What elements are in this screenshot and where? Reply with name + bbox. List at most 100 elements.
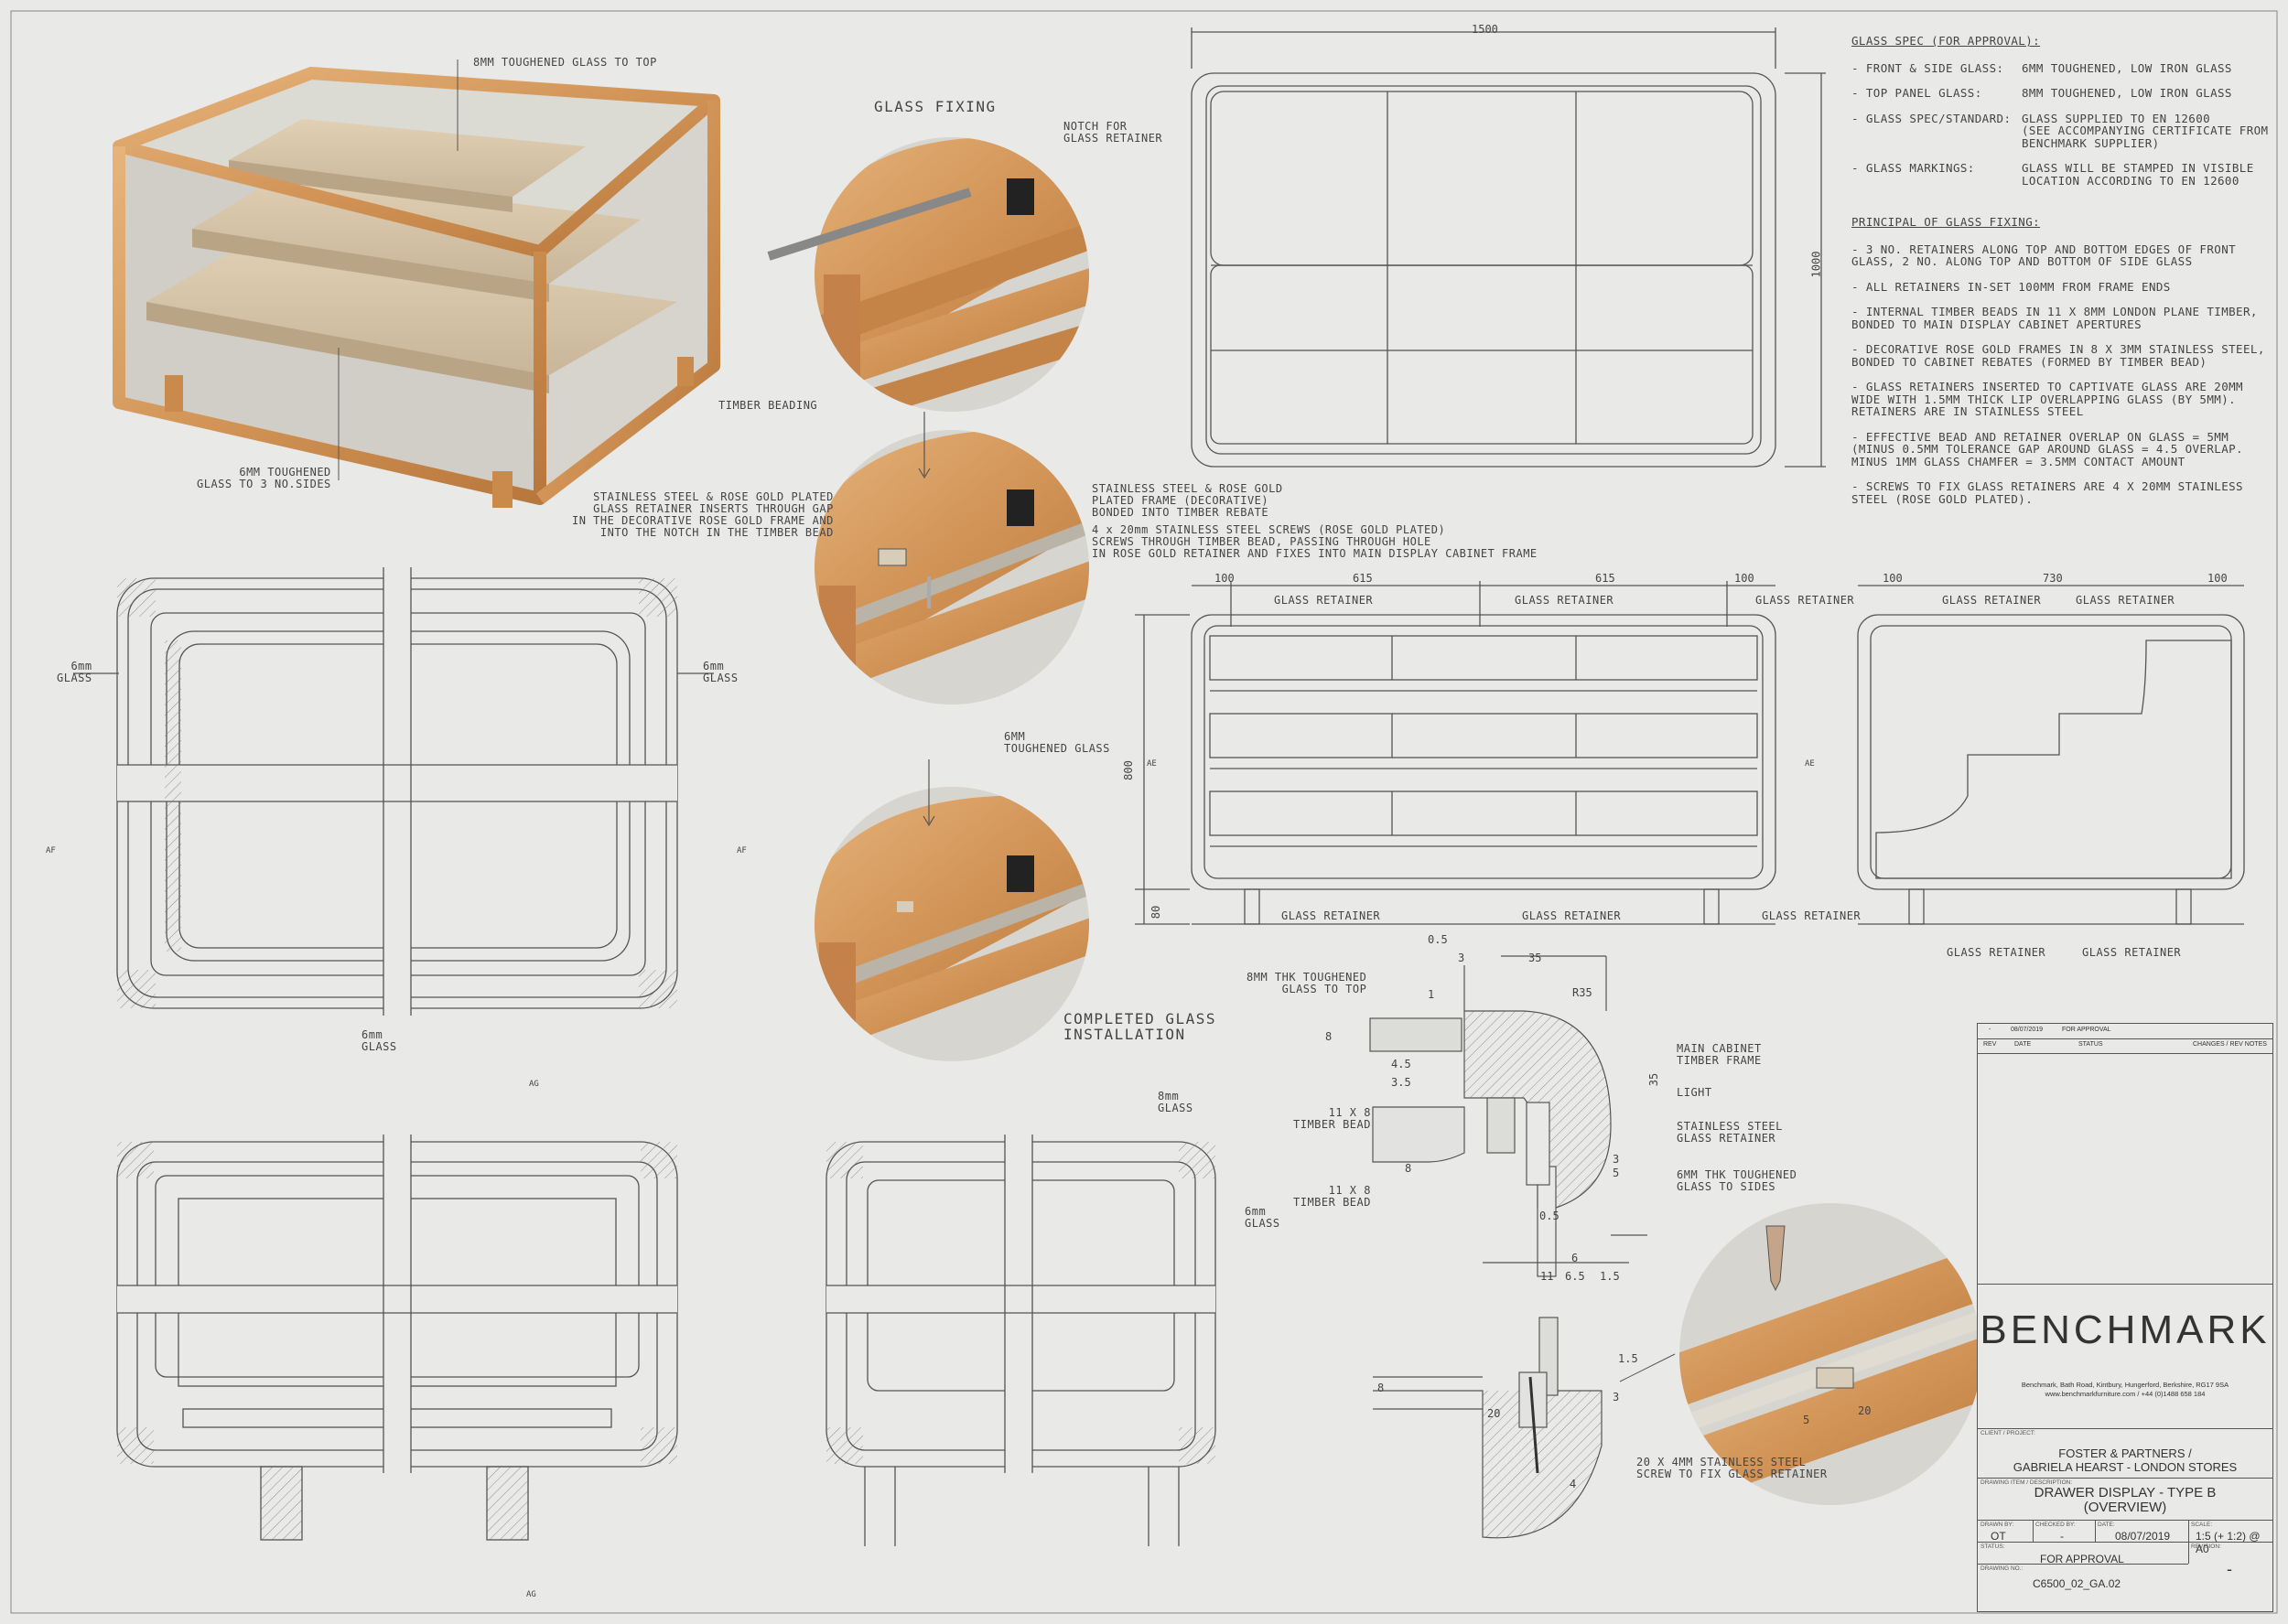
label-6mm-sides: 6MM TOUGHENED GLASS TO 3 NO.SIDES — [197, 466, 331, 490]
detail-dim-18: 8 — [1377, 1382, 1385, 1394]
side-retainer-2: GLASS RETAINER — [2076, 594, 2175, 607]
detail-bead-1: 11 X 8 TIMBER BEAD — [1293, 1106, 1371, 1131]
retainer-label-6: GLASS RETAINER — [1762, 909, 1862, 922]
spec-para: - INTERNAL TIMBER BEADS IN 11 X 8MM LOND… — [1851, 305, 2258, 331]
detail-dim-12: 0.5 — [1539, 1210, 1560, 1222]
section-marker-ag-bottom: AG — [526, 1590, 536, 1599]
spec-row: - GLASS SPEC/STANDARD: GLASS SUPPLIED TO … — [1851, 111, 2269, 150]
detail-dim-16: 1.5 — [1600, 1270, 1620, 1283]
section-marker-af-right: AF — [737, 846, 747, 855]
company-address: Benchmark, Bath Road, Kintbury, Hungerfo… — [2021, 1381, 2229, 1398]
front-elevation — [1135, 581, 1776, 925]
spec-para: - 3 NO. RETAINERS ALONG TOP AND BOTTOM E… — [1851, 242, 2237, 268]
detail-dim-1: 3 — [1458, 952, 1465, 964]
front-dim-2: 615 — [1595, 572, 1615, 585]
drawn-by: OT — [1991, 1530, 2006, 1543]
glass-fixing-detail-1 — [767, 137, 1089, 412]
detail-dim-14: 11 — [1540, 1270, 1554, 1283]
plan-glass-bottom: 6mm GLASS — [362, 1028, 397, 1053]
label-completed: COMPLETED GLASS INSTALLATION — [1063, 1010, 1216, 1043]
dim-1000: 1000 — [1809, 251, 1823, 278]
section-marker-af-left: AF — [46, 846, 56, 855]
front-dim-0: 100 — [1214, 572, 1235, 585]
section-detail — [1369, 955, 1647, 1539]
detail-dim-13: 6 — [1571, 1252, 1579, 1264]
detail-dim-23: 5 — [1803, 1414, 1810, 1426]
detail-screw: 20 X 4MM STAINLESS STEEL SCREW TO FIX GL… — [1636, 1456, 1828, 1480]
detail-dim-11: 8 — [1405, 1162, 1412, 1175]
label-ss-frame: STAINLESS STEEL & ROSE GOLD PLATED FRAME… — [1092, 482, 1283, 519]
scale-label: SCALE: — [2191, 1522, 2213, 1528]
title-block: - 08/07/2019 FOR APPROVAL REV DATE STATU… — [1977, 1023, 2273, 1612]
revision-value: - — [2227, 1560, 2232, 1578]
glass-spec-block: GLASS SPEC (FOR APPROVAL): - FRONT & SID… — [1851, 35, 2272, 518]
detail-dim-5: 8 — [1325, 1030, 1333, 1043]
side-retainer-4: GLASS RETAINER — [2082, 946, 2182, 959]
label-screws: 4 x 20mm STAINLESS STEEL SCREWS (ROSE GO… — [1092, 523, 1538, 560]
detail-dim-6: 4.5 — [1391, 1058, 1411, 1070]
top-plan-view — [1191, 27, 1826, 468]
plan-glass-right: 6mm GLASS — [703, 660, 739, 684]
detail-dim-15: 6.5 — [1565, 1270, 1585, 1283]
detail-dim-19: 20 — [1487, 1407, 1501, 1420]
revision-row: - 08/07/2019 FOR APPROVAL — [1978, 1024, 2272, 1039]
front-dim-leg: 80 — [1149, 905, 1163, 920]
detail-dim-0: 0.5 — [1428, 933, 1448, 946]
retainer-label-3: GLASS RETAINER — [1755, 594, 1855, 607]
detail-main-frame: MAIN CABINET TIMBER FRAME — [1677, 1042, 1762, 1067]
detail-dim-7: 3.5 — [1391, 1076, 1411, 1089]
plan-glass-left: 6mm GLASS — [57, 660, 92, 684]
detail-dim-20: 3 — [1613, 1391, 1620, 1404]
revision-header: REV DATE STATUS CHANGES / REV NOTES — [1983, 1041, 2267, 1048]
label-8mm-top: 8MM TOUGHENED GLASS TO TOP — [473, 56, 657, 69]
retainer-label-5: GLASS RETAINER — [1522, 909, 1622, 922]
side-dim-2: 100 — [2207, 572, 2228, 585]
side-retainer-3: GLASS RETAINER — [1947, 946, 2046, 959]
drawn-by-label: DRAWN BY: — [1980, 1522, 2014, 1528]
detail-light: LIGHT — [1677, 1086, 1712, 1099]
detail-dim-2: 35 — [1528, 952, 1542, 964]
status-label: STATUS: — [1980, 1543, 2005, 1550]
side-elevation — [1857, 585, 2245, 925]
spec-para: - DECORATIVE ROSE GOLD FRAMES IN 8 X 3MM… — [1851, 342, 2265, 369]
revision-table: - 08/07/2019 FOR APPROVAL REV DATE STATU… — [1978, 1024, 2272, 1054]
date-label: DATE: — [2098, 1522, 2115, 1528]
detail-dim-4: 1 — [1428, 988, 1435, 1001]
detail-dim-17: 1.5 — [1618, 1352, 1638, 1365]
cabinet-3d-view — [113, 59, 720, 508]
side-dim-0: 100 — [1883, 572, 1903, 585]
spec-para: - GLASS RETAINERS INSERTED TO CAPTIVATE … — [1851, 380, 2243, 418]
detail-glass-6mm: 6MM THK TOUGHENED GLASS TO SIDES — [1677, 1168, 1797, 1193]
checked-by-label: CHECKED BY: — [2035, 1522, 2076, 1528]
elev-glass-8mm: 8mm GLASS — [1158, 1090, 1193, 1114]
elev-glass-6mm: 6mm GLASS — [1245, 1205, 1280, 1230]
spec-para: - SCREWS TO FIX GLASS RETAINERS ARE 4 X … — [1851, 479, 2243, 506]
spec-row: - TOP PANEL GLASS: 8MM TOUGHENED, LOW IRO… — [1851, 86, 2232, 100]
revision-label: REVISION: — [2191, 1543, 2221, 1550]
label-timber-beading: TIMBER BEADING — [718, 399, 818, 412]
spec-row: - FRONT & SIDE GLASS: 6MM TOUGHENED, LOW … — [1851, 60, 2232, 75]
date-value: 08/07/2019 — [2115, 1530, 2171, 1543]
label-6mm-glass: 6MM TOUGHENED GLASS — [1004, 730, 1110, 755]
drawing-no-label: DRAWING NO.: — [1980, 1565, 2024, 1572]
detail-dim-10: 3 — [1613, 1153, 1620, 1166]
glass-fixing-title: GLASS FIXING — [874, 98, 997, 115]
detail-glass-8mm: 8MM THK TOUGHENED GLASS TO TOP — [1247, 971, 1367, 995]
spec-heading-1: GLASS SPEC (FOR APPROVAL): — [1851, 34, 2041, 48]
retainer-label-1: GLASS RETAINER — [1274, 594, 1374, 607]
detail-dim-3: R35 — [1572, 986, 1592, 999]
drawing-number: C6500_02_GA.02 — [2033, 1577, 2121, 1590]
client-label: CLIENT / PROJECT: — [1980, 1430, 2035, 1436]
front-dim-1: 615 — [1353, 572, 1373, 585]
retainer-label-4: GLASS RETAINER — [1281, 909, 1381, 922]
detail-dim-21: 4 — [1570, 1478, 1577, 1490]
benchmark-logo: BENCHMARK — [1980, 1307, 2271, 1352]
section-marker-ag: AG — [529, 1080, 539, 1089]
detail-dim-9: 5 — [1613, 1167, 1620, 1179]
scale-value: 1:5 (+ 1:2) @ A0 — [2196, 1530, 2261, 1555]
detail-ss-retainer: STAINLESS STEEL GLASS RETAINER — [1677, 1120, 1783, 1145]
label-notch: NOTCH FOR GLASS RETAINER — [1063, 120, 1163, 145]
spec-row: - GLASS MARKINGS: GLASS WILL BE STAMPED I… — [1851, 161, 2254, 188]
spec-heading-2: PRINCIPAL OF GLASS FIXING: — [1851, 215, 2041, 229]
dim-1500: 1500 — [1472, 23, 1498, 36]
